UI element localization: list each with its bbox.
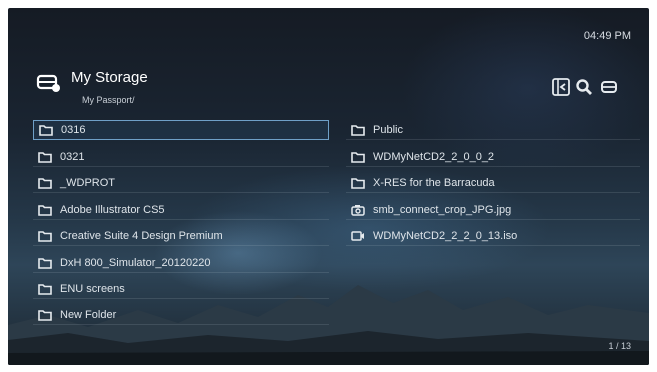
list-item-enu-screens[interactable]: ENU screens	[33, 279, 329, 299]
list-item-label: DxH 800_Simulator_20120220	[60, 256, 211, 269]
storage-device-icon	[36, 71, 62, 93]
folder-icon	[38, 176, 54, 190]
breadcrumb: My Passport/	[82, 95, 135, 105]
list-item-label: 0321	[60, 150, 85, 163]
list-item-label: Adobe Illustrator CS5	[60, 203, 165, 216]
folder-icon	[38, 308, 54, 322]
list-item-label: ENU screens	[60, 282, 125, 295]
folder-icon	[38, 229, 54, 243]
storage-icon[interactable]	[600, 78, 618, 96]
list-item-label: X-RES for the Barracuda	[373, 176, 495, 189]
photo-icon	[351, 203, 367, 217]
folder-icon	[38, 256, 54, 270]
list-item-label: WDMyNetCD2_2_0_0_2	[373, 150, 495, 163]
folder-icon	[38, 150, 54, 164]
list-item-0321[interactable]: 0321	[33, 147, 329, 167]
folder-icon	[39, 123, 55, 137]
list-item-0316[interactable]: 0316	[33, 120, 329, 140]
folder-icon	[38, 282, 54, 296]
list-item-x-res[interactable]: X-RES for the Barracuda	[346, 173, 640, 193]
folder-icon	[351, 176, 367, 190]
page-indicator: 1 / 13	[608, 341, 631, 351]
list-item-dxh800[interactable]: DxH 800_Simulator_20120220	[33, 253, 329, 273]
list-item-label: _WDPROT	[60, 176, 115, 189]
video-icon	[351, 229, 367, 243]
list-item-label: New Folder	[60, 308, 117, 321]
folder-icon	[351, 150, 367, 164]
list-item-label: Public	[373, 123, 403, 136]
clock: 04:49 PM	[583, 30, 631, 42]
search-icon[interactable]	[575, 78, 593, 96]
list-item-creative-suite[interactable]: Creative Suite 4 Design Premium	[33, 226, 329, 246]
page-title: My Storage	[71, 69, 148, 86]
list-item-public[interactable]: Public	[346, 120, 640, 140]
list-item-label: 0316	[61, 124, 86, 136]
back-icon[interactable]	[552, 78, 570, 96]
list-item-wdprot[interactable]: _WDPROT	[33, 173, 329, 193]
list-item-adobe-illustrator[interactable]: Adobe Illustrator CS5	[33, 200, 329, 220]
list-item-label: WDMyNetCD2_2_2_0_13.iso	[373, 229, 518, 242]
list-item-iso[interactable]: WDMyNetCD2_2_2_0_13.iso	[346, 226, 640, 246]
list-item-smb-jpg[interactable]: smb_connect_crop_JPG.jpg	[346, 200, 640, 220]
list-item-wdmynetcd2-folder[interactable]: WDMyNetCD2_2_0_0_2	[346, 147, 640, 167]
folder-icon	[38, 203, 54, 217]
media-player-screen: 04:49 PM My Storage My Passport/ 0316 03…	[8, 8, 649, 365]
list-item-label: smb_connect_crop_JPG.jpg	[373, 203, 512, 216]
list-item-label: Creative Suite 4 Design Premium	[60, 229, 223, 242]
folder-icon	[351, 123, 367, 137]
list-item-new-folder[interactable]: New Folder	[33, 305, 329, 325]
